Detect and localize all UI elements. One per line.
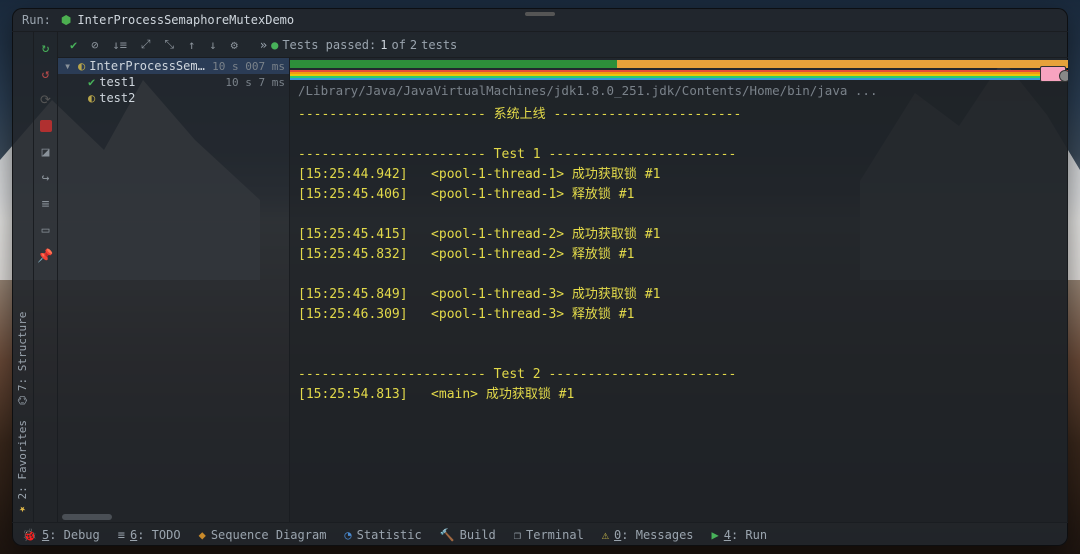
run-config-icon: ⬢ xyxy=(61,13,71,27)
status-suffix: tests xyxy=(421,38,457,52)
tool-window-debug[interactable]: 🐞5: Debug xyxy=(22,528,100,542)
star-icon: ★ xyxy=(16,503,29,516)
tool-window-statistic[interactable]: ◔ Statistic xyxy=(344,528,421,542)
tree-item-name: test1 xyxy=(99,75,221,89)
rerun-button[interactable]: ↻ xyxy=(38,40,54,56)
tree-item-test1[interactable]: ✔ test1 10 s 7 ms xyxy=(58,74,289,90)
total-count: 2 xyxy=(410,38,417,52)
command-line[interactable]: /Library/Java/JavaVirtualMachines/jdk1.8… xyxy=(290,80,1068,101)
running-icon: ◐ xyxy=(78,59,85,73)
structure-icon: ⌬ xyxy=(16,396,29,406)
tree-root[interactable]: ▾ ◐ InterProcessSemap 10 s 007 ms xyxy=(58,58,289,74)
scrollbar-thumb[interactable] xyxy=(62,514,112,520)
pin-button[interactable]: 📌 xyxy=(38,248,54,264)
toggle-autotest-button[interactable]: ⟳ xyxy=(38,92,54,108)
rerun-failed-button[interactable]: ↺ xyxy=(38,66,54,82)
nyan-progress-bar xyxy=(290,70,1068,80)
dump-threads-button[interactable]: ◪ xyxy=(38,144,54,160)
tool-window-run[interactable]: ▶4: Run xyxy=(712,528,768,542)
tool-window-messages[interactable]: ⚠0: Messages xyxy=(602,528,694,542)
running-icon: ◐ xyxy=(88,91,95,105)
show-passed-toggle[interactable]: ✔ xyxy=(68,38,79,52)
tree-root-duration: 10 s 007 ms xyxy=(212,60,285,73)
stop-button[interactable] xyxy=(38,118,54,134)
tree-item-name: test2 xyxy=(99,91,281,105)
nyan-cat-icon xyxy=(1040,66,1066,82)
check-icon: ✔ xyxy=(88,75,95,89)
pass-dot-icon: ● xyxy=(271,38,278,52)
show-ignored-toggle[interactable]: ⊘ xyxy=(89,38,100,52)
collapse-all-button[interactable]: ⤡ xyxy=(163,37,177,52)
hammer-icon: 🔨 xyxy=(440,528,455,542)
console-output[interactable]: ------------------------ 系统上线 ----------… xyxy=(290,101,1068,522)
tree-horizontal-scrollbar[interactable] xyxy=(58,512,289,522)
next-failed-button[interactable]: ↓ xyxy=(207,38,218,52)
test-progress-bar xyxy=(290,60,1068,68)
play-icon: ▶ xyxy=(712,528,719,542)
diagram-icon: ◆ xyxy=(199,528,206,542)
test-settings-button[interactable]: ⚙ xyxy=(229,38,240,52)
history-button[interactable]: ↪ xyxy=(38,170,54,186)
tree-item-test2[interactable]: ◐ test2 xyxy=(58,90,289,106)
sb-terminal-label: Terminal xyxy=(526,528,584,542)
tool-window-terminal[interactable]: ❐ Terminal xyxy=(514,528,584,542)
run-label: Run: xyxy=(22,13,51,27)
tree-root-name: InterProcessSemap xyxy=(89,59,208,73)
of-word: of xyxy=(391,38,405,52)
chart-icon: ◔ xyxy=(344,528,351,542)
vtab-favorites[interactable]: ★ 2: Favorites xyxy=(12,420,33,516)
message-icon: ⚠ xyxy=(602,528,609,542)
tool-window-handle[interactable] xyxy=(525,12,555,16)
tool-window-build[interactable]: 🔨 Build xyxy=(440,528,496,542)
vtab-favorites-label: 2: Favorites xyxy=(16,420,29,499)
terminal-icon: ❐ xyxy=(514,528,521,542)
tests-status: » ● Tests passed: 1 of 2 tests xyxy=(260,38,457,52)
export-button[interactable]: ≡ xyxy=(38,196,54,212)
tool-window-todo[interactable]: ≡6: TODO xyxy=(118,528,181,542)
sb-build-label: Build xyxy=(460,528,496,542)
chevron-down-icon[interactable]: ▾ xyxy=(64,59,74,73)
vtab-structure[interactable]: ⌬ 7: Structure xyxy=(12,312,33,405)
sb-sequence-label: Sequence Diagram xyxy=(211,528,327,542)
layout-button[interactable]: ▭ xyxy=(38,222,54,238)
prev-failed-button[interactable]: ↑ xyxy=(186,38,197,52)
run-config-name[interactable]: InterProcessSemaphoreMutexDemo xyxy=(77,13,294,27)
passed-count: 1 xyxy=(380,38,387,52)
bug-icon: 🐞 xyxy=(22,528,37,542)
tool-window-sequence[interactable]: ◆ Sequence Diagram xyxy=(199,528,327,542)
sort-button[interactable]: ↓≡ xyxy=(110,38,128,52)
status-prefix: Tests passed: xyxy=(282,38,376,52)
todo-icon: ≡ xyxy=(118,528,125,542)
sb-statistic-label: Statistic xyxy=(357,528,422,542)
tree-item-duration: 10 s 7 ms xyxy=(225,76,285,89)
expand-all-button[interactable]: ⤢ xyxy=(139,37,153,52)
vtab-structure-label: 7: Structure xyxy=(16,312,29,391)
